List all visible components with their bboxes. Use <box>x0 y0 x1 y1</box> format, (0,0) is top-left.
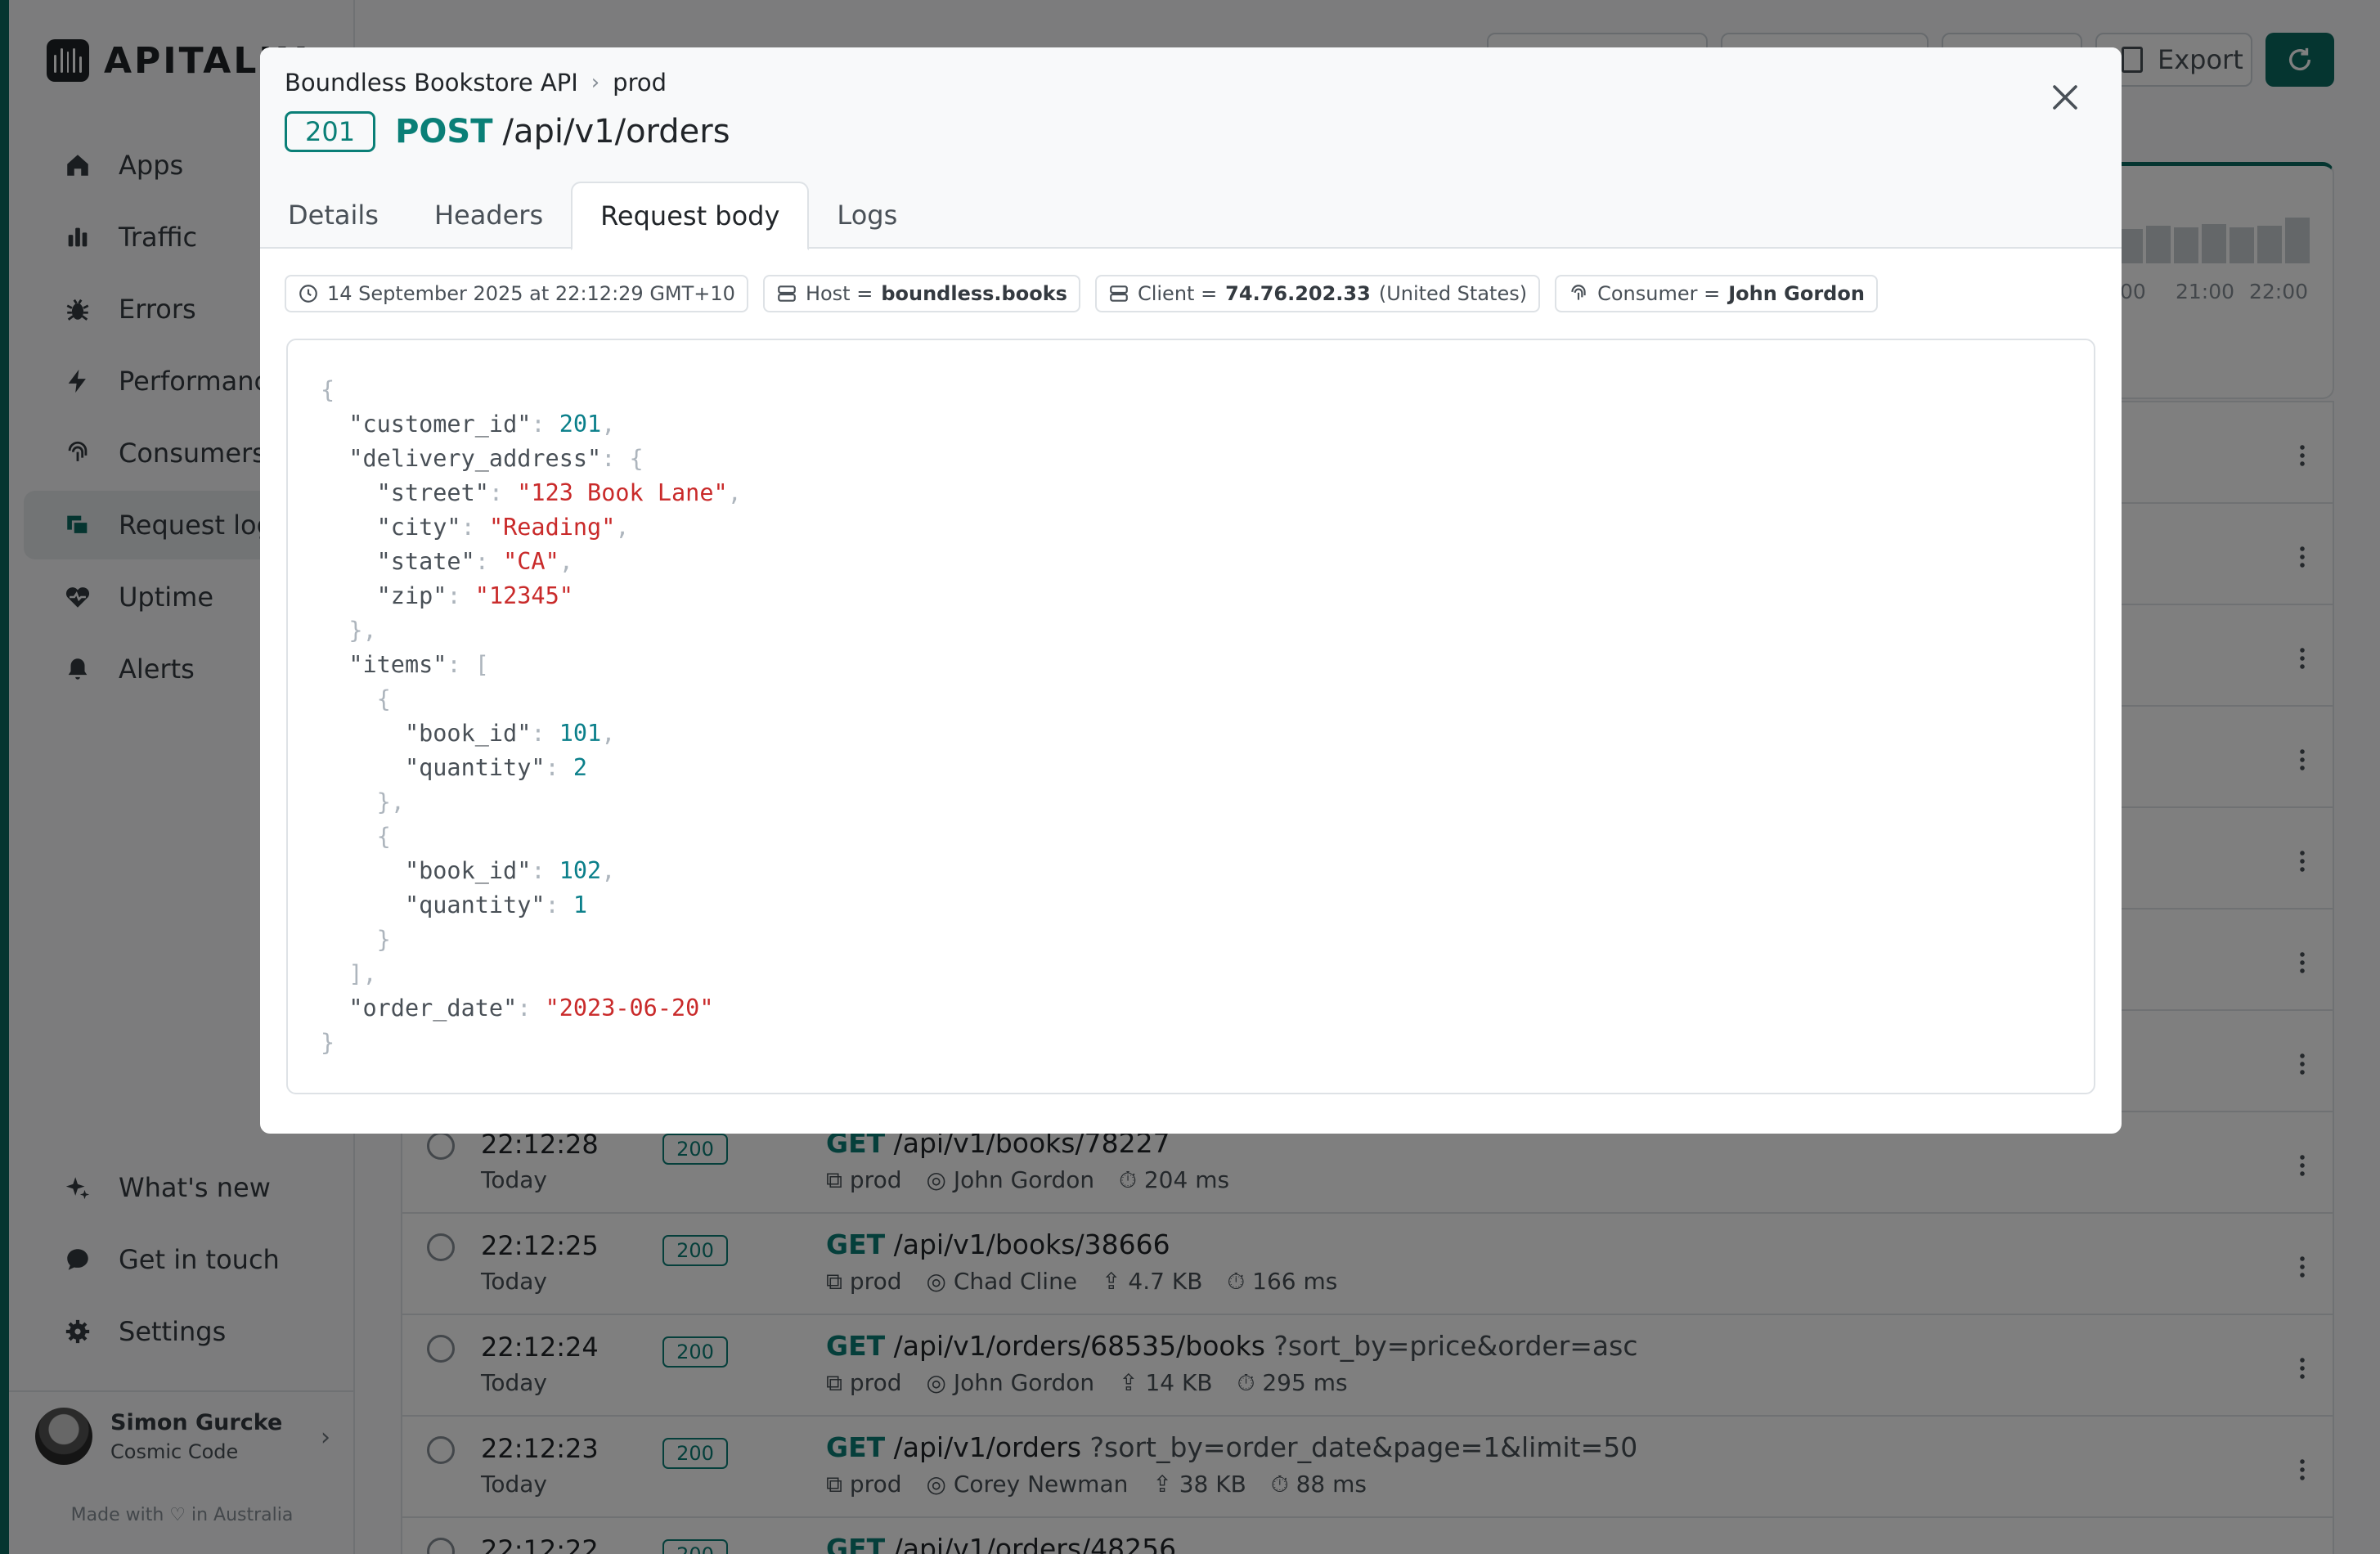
request-path: /api/v1/orders <box>502 113 730 150</box>
close-icon <box>2053 85 2077 110</box>
consumer-label: Consumer = <box>1597 282 1721 305</box>
json-number: 1 <box>573 892 588 918</box>
timestamp-chip: 14 September 2025 at 22:12:29 GMT+10 <box>285 275 748 312</box>
tab-logs[interactable]: Logs <box>809 182 925 249</box>
server-icon <box>1110 285 1128 302</box>
modal-tabs: Details Headers Request body Logs <box>260 182 925 250</box>
json-string: "123 Book Lane" <box>517 479 728 506</box>
consumer-chip[interactable]: Consumer = John Gordon <box>1555 275 1878 312</box>
breadcrumb-app[interactable]: Boundless Bookstore API <box>285 69 578 97</box>
json-number: 201 <box>559 411 602 438</box>
consumer-value: John Gordon <box>1728 282 1865 305</box>
json-string: "CA" <box>503 548 559 575</box>
json-number: 102 <box>559 857 602 884</box>
client-label: Client = <box>1137 282 1218 305</box>
tab-headers[interactable]: Headers <box>406 182 571 249</box>
request-info-chips: 14 September 2025 at 22:12:29 GMT+10 Hos… <box>285 275 1878 312</box>
json-string: "Reading" <box>488 514 616 541</box>
json-number: 101 <box>559 720 602 747</box>
breadcrumb: Boundless Bookstore API › prod <box>285 69 667 97</box>
close-button[interactable] <box>2045 77 2086 118</box>
client-country: (United States) <box>1378 282 1528 305</box>
request-title: 201 POST /api/v1/orders <box>285 111 730 152</box>
breadcrumb-env[interactable]: prod <box>613 69 667 97</box>
json-string: "2023-06-20" <box>545 995 714 1022</box>
server-icon <box>778 285 796 302</box>
request-method: POST <box>395 113 493 150</box>
host-label: Host = <box>805 282 873 305</box>
json-code: { "customer_id": 201, "delivery_address"… <box>321 376 742 1056</box>
host-value: boundless.books <box>881 282 1067 305</box>
host-chip[interactable]: Host = boundless.books <box>762 275 1080 312</box>
tab-details[interactable]: Details <box>260 182 406 249</box>
client-value: 74.76.202.33 <box>1225 282 1371 305</box>
tab-request-body[interactable]: Request body <box>571 182 810 250</box>
status-badge: 201 <box>285 111 376 152</box>
json-string: "12345" <box>474 582 573 609</box>
clock-icon <box>299 285 317 303</box>
request-body-viewer[interactable]: { "customer_id": 201, "delivery_address"… <box>286 339 2095 1094</box>
client-chip[interactable]: Client = 74.76.202.33 (United States) <box>1094 275 1541 312</box>
modal-header: Boundless Bookstore API › prod 201 POST … <box>260 47 2122 250</box>
request-details-modal: Boundless Bookstore API › prod 201 POST … <box>260 47 2122 1134</box>
fingerprint-icon <box>1571 285 1586 300</box>
chevron-right-icon: › <box>591 70 600 95</box>
json-number: 2 <box>573 754 588 781</box>
timestamp-text: 14 September 2025 at 22:12:29 GMT+10 <box>327 282 735 305</box>
